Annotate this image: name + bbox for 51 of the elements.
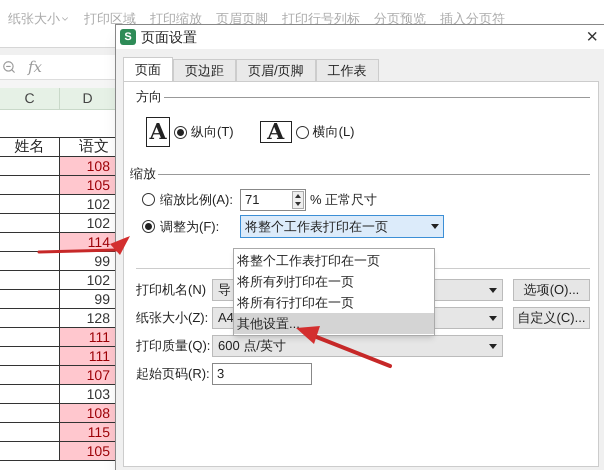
table-cell: 105 — [60, 176, 116, 194]
table-cell: 115 — [60, 423, 116, 441]
table-cell: 108 — [60, 404, 116, 422]
radio-label: 缩放比例(A): — [160, 190, 233, 209]
field-label: 起始页码(R): — [136, 365, 211, 384]
spinner-icon[interactable] — [292, 190, 304, 208]
fx-label: fx — [28, 56, 42, 78]
dropdown-arrow-icon — [489, 288, 497, 292]
dropdown-option[interactable]: 将整个工作表打印在一页 — [234, 250, 434, 271]
table-cell: 108 — [60, 157, 116, 175]
start-page-field[interactable]: 3 — [212, 363, 312, 385]
app-logo-icon: S — [120, 29, 136, 45]
radio-label: 纵向(T) — [191, 123, 234, 142]
dropdown-arrow-icon — [489, 344, 497, 348]
radio-label: 调整为(F): — [160, 218, 220, 236]
option-button[interactable]: 选项(O)... — [513, 279, 590, 301]
table-cell: 105 — [60, 442, 116, 460]
field-label: 打印质量(Q): — [136, 337, 212, 356]
dropdown-option[interactable]: 将所有行打印在一页 — [234, 292, 434, 313]
portrait-page-icon: A — [146, 117, 170, 147]
select-field[interactable]: 600 点/英寸 — [212, 335, 503, 357]
unit-label: % 正常尺寸 — [310, 190, 378, 209]
field-label: 打印机名(N) — [136, 281, 208, 300]
radio-label: 横向(L) — [312, 123, 354, 142]
field-label: 纸张大小(Z): — [136, 309, 210, 328]
dropdown-option[interactable]: 其他设置... — [234, 313, 434, 334]
dropdown-arrow-icon — [489, 316, 497, 320]
dropdown-arrow-icon — [431, 224, 439, 229]
fit-dropdown[interactable]: 将整个工作表打印在一页 — [240, 215, 444, 238]
table-cell: 107 — [60, 366, 116, 384]
tab[interactable]: 工作表 — [316, 59, 379, 81]
table-cell: 111 — [60, 347, 116, 365]
column-header[interactable]: C — [0, 88, 60, 109]
landscape-page-icon: A — [260, 121, 292, 143]
dropdown-option[interactable]: 将所有列打印在一页 — [234, 271, 434, 292]
zoom-out-icon[interactable] — [2, 60, 16, 74]
close-button[interactable]: × — [582, 27, 602, 47]
section-label: 方向 — [136, 88, 162, 106]
section-label: 缩放 — [130, 165, 156, 184]
dialog-title: 页面设置 — [141, 28, 197, 46]
option-button[interactable]: 自定义(C)... — [513, 307, 590, 329]
radio-button[interactable] — [142, 220, 155, 233]
radio-button[interactable] — [174, 126, 187, 138]
scale-spin-field[interactable]: 71 — [240, 188, 306, 210]
radio-button[interactable] — [296, 126, 309, 138]
radio-button[interactable] — [142, 193, 155, 206]
table-header-cell: 姓名 — [0, 138, 60, 156]
tab[interactable]: 页边距 — [173, 59, 236, 81]
tab[interactable]: 页面 — [123, 57, 173, 81]
tab[interactable]: 页眉/页脚 — [236, 59, 316, 81]
table-cell: 111 — [60, 328, 116, 346]
